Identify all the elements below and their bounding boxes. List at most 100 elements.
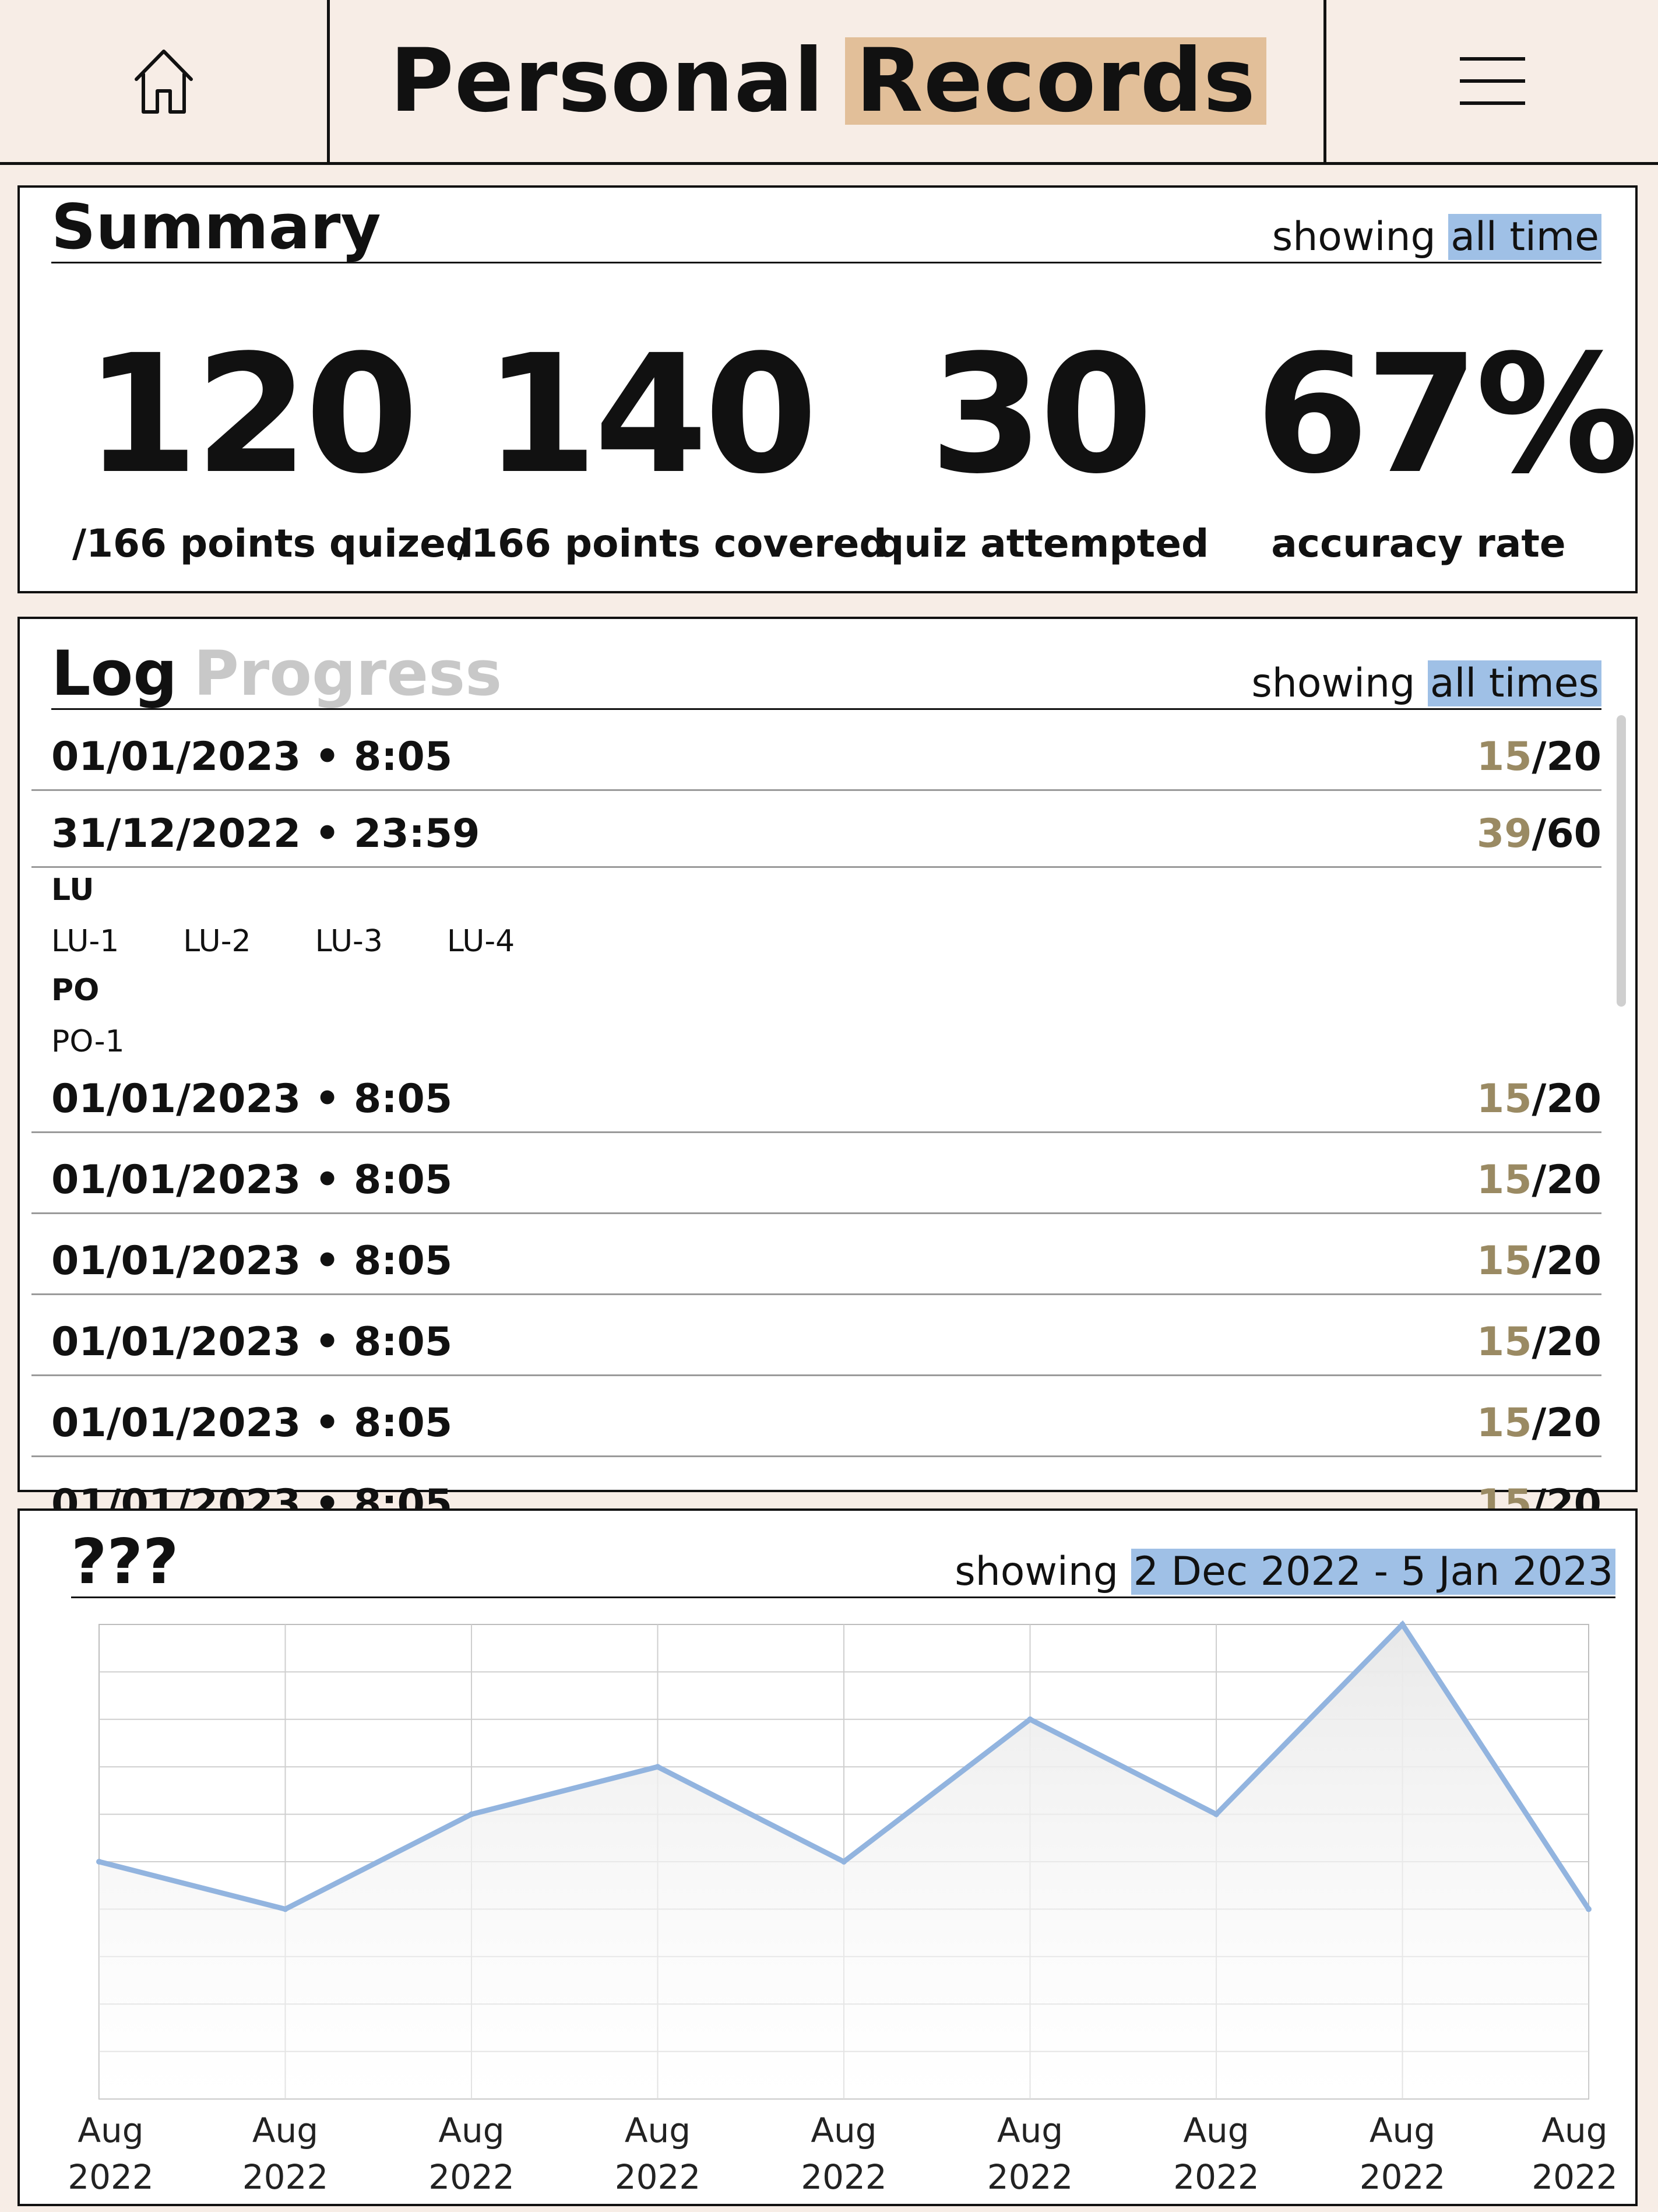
page-title-main: Personal xyxy=(389,30,825,132)
score-total: 20 xyxy=(1546,1481,1601,1511)
log-datetime: 01/01/2023 • 8:05 xyxy=(51,1076,453,1122)
x-tick-label: Aug xyxy=(78,2111,143,2150)
log-datetime: 01/01/2023 • 8:05 xyxy=(51,1157,453,1203)
summary-header: Summary showing all time xyxy=(51,194,1601,263)
log-entry[interactable]: 01/01/2023 • 8:05 15/20 xyxy=(31,1133,1601,1214)
stat-accuracy-rate: 67% accuracy rate xyxy=(1255,320,1639,566)
menu-button[interactable] xyxy=(1323,0,1658,162)
log-entry-expanded[interactable]: 31/12/2022 • 23:59 39/60 xyxy=(31,791,1601,868)
log-header: Log Progress showing all times xyxy=(51,625,1601,710)
point-item[interactable]: PO-1 xyxy=(51,1024,125,1059)
group-label: PO xyxy=(51,973,100,1008)
x-tick-label: Aug xyxy=(438,2111,504,2150)
x-tick-label: 2022 xyxy=(801,2157,887,2197)
log-entry[interactable]: 01/01/2023 • 8:05 15/20 xyxy=(31,1457,1601,1511)
log-tabs: Log Progress xyxy=(51,643,502,705)
line-chart: Aug 2022 Aug 2022 Aug 2022 Aug 2022 Aug 2022 Aug 20… xyxy=(68,1620,1618,2197)
page-title: Personal Records xyxy=(333,0,1323,162)
point-item[interactable]: LU-2 xyxy=(183,924,251,959)
score-correct: 15 xyxy=(1476,1076,1532,1122)
data-point xyxy=(1213,1811,1219,1817)
data-point xyxy=(1027,1716,1033,1722)
log-score: 15/20 xyxy=(1476,1157,1601,1203)
log-datetime: 01/01/2023 • 8:05 xyxy=(51,734,453,780)
home-button[interactable] xyxy=(0,0,330,162)
app-header: Personal Records xyxy=(0,0,1658,165)
score-total: 20 xyxy=(1546,734,1601,780)
data-point xyxy=(282,1906,288,1912)
data-point xyxy=(96,1859,102,1865)
summary-range-value[interactable]: all time xyxy=(1448,214,1601,260)
summary-panel: Summary showing all time 120 /166 points… xyxy=(17,185,1639,593)
log-panel: Log Progress showing all times 01/01/2023… xyxy=(17,617,1638,1511)
score-correct: 15 xyxy=(1476,1319,1532,1365)
group-items: PO-1 xyxy=(51,1024,189,1059)
log-datetime: 01/01/2023 • 8:05 xyxy=(51,1238,453,1284)
x-tick-label: Aug xyxy=(1370,2111,1435,2150)
log-score: 15/20 xyxy=(1477,1481,1601,1511)
log-range-filter[interactable]: showing all times xyxy=(1251,660,1601,706)
chart-panel: ??? showing 2 Dec 2022 - 5 Jan 2023 Aug 2… xyxy=(17,1508,1638,2206)
score-total: 20 xyxy=(1546,1319,1601,1365)
x-tick-label: 2022 xyxy=(615,2157,701,2197)
log-entry[interactable]: 01/01/2023 • 8:05 15/20 xyxy=(31,718,1601,791)
log-datetime: 31/12/2022 • 23:59 xyxy=(51,811,480,857)
home-icon xyxy=(134,50,193,114)
data-point xyxy=(1399,1622,1406,1627)
x-tick-label: Aug xyxy=(252,2111,318,2150)
log-datetime: 01/01/2023 • 8:05 xyxy=(51,1481,453,1511)
group-items: LU-1 LU-2 LU-3 LU-4 xyxy=(51,924,579,959)
log-entry[interactable]: 01/01/2023 • 8:05 15/20 xyxy=(31,1214,1601,1295)
log-list[interactable]: 01/01/2023 • 8:05 15/20 31/12/2022 • 23:… xyxy=(31,718,1601,1511)
stat-label: accuracy rate xyxy=(1271,521,1566,566)
score-correct: 39 xyxy=(1476,811,1532,857)
x-tick-label: 2022 xyxy=(428,2157,515,2197)
x-tick-label: Aug xyxy=(997,2111,1063,2150)
x-tick-label: 2022 xyxy=(1173,2157,1259,2197)
stat-value: 67% xyxy=(1255,320,1639,510)
log-datetime: 01/01/2023 • 8:05 xyxy=(51,1400,453,1446)
point-item[interactable]: LU-1 xyxy=(51,924,119,959)
score-total: 20 xyxy=(1546,1400,1601,1446)
score-correct: 15 xyxy=(1476,1400,1532,1446)
page-title-highlight: Records xyxy=(845,37,1267,125)
log-score: 15/20 xyxy=(1476,1076,1601,1122)
summary-stats: 120 /166 points quized 140 /166 points c… xyxy=(20,320,1639,567)
log-entry-detail: LU LU-1 LU-2 LU-3 LU-4 PO PO-1 xyxy=(31,868,1601,1069)
log-score: 15/20 xyxy=(1476,1319,1601,1365)
log-entry[interactable]: 01/01/2023 • 8:05 15/20 xyxy=(31,1069,1601,1133)
score-correct: 15 xyxy=(1476,1481,1532,1511)
point-item[interactable]: LU-4 xyxy=(447,924,515,959)
hamburger-menu-icon xyxy=(1459,57,1525,105)
data-point xyxy=(469,1811,474,1817)
score-correct: 15 xyxy=(1476,1157,1532,1203)
stat-value: 120 xyxy=(85,320,418,510)
stat-points-quized: 120 /166 points quized xyxy=(72,320,474,566)
x-tick-label: Aug xyxy=(1541,2111,1607,2150)
log-entry[interactable]: 01/01/2023 • 8:05 15/20 xyxy=(31,1295,1601,1376)
group-label: LU xyxy=(51,873,94,908)
x-tick-label: 2022 xyxy=(68,2157,154,2197)
stat-points-covered: 140 /166 points covered xyxy=(457,333,887,566)
score-correct: 15 xyxy=(1476,734,1532,780)
log-datetime: 01/01/2023 • 8:05 xyxy=(51,1319,453,1365)
score-total: 20 xyxy=(1546,1157,1601,1203)
score-total: 60 xyxy=(1546,811,1601,857)
log-range-value[interactable]: all times xyxy=(1427,660,1601,706)
tab-log[interactable]: Log xyxy=(51,638,177,709)
log-score: 15/20 xyxy=(1476,1400,1601,1446)
log-entry[interactable]: 01/01/2023 • 8:05 15/20 xyxy=(31,1376,1601,1457)
tab-progress[interactable]: Progress xyxy=(193,638,502,709)
x-tick-label: 2022 xyxy=(1532,2157,1618,2197)
log-scrollbar[interactable] xyxy=(1617,715,1626,1007)
stat-value: 30 xyxy=(930,320,1153,510)
showing-label: showing xyxy=(1251,660,1416,706)
summary-range-filter[interactable]: showing all time xyxy=(1272,214,1601,260)
x-tick-label: 2022 xyxy=(1360,2157,1446,2197)
stat-label: /166 points covered xyxy=(457,521,887,566)
point-item[interactable]: LU-3 xyxy=(315,924,383,959)
x-tick-label: 2022 xyxy=(987,2157,1073,2197)
stat-quiz-attempted: 30 quiz attempted xyxy=(876,320,1209,563)
stat-label: /166 points quized xyxy=(72,521,474,566)
score-correct: 15 xyxy=(1476,1238,1532,1284)
